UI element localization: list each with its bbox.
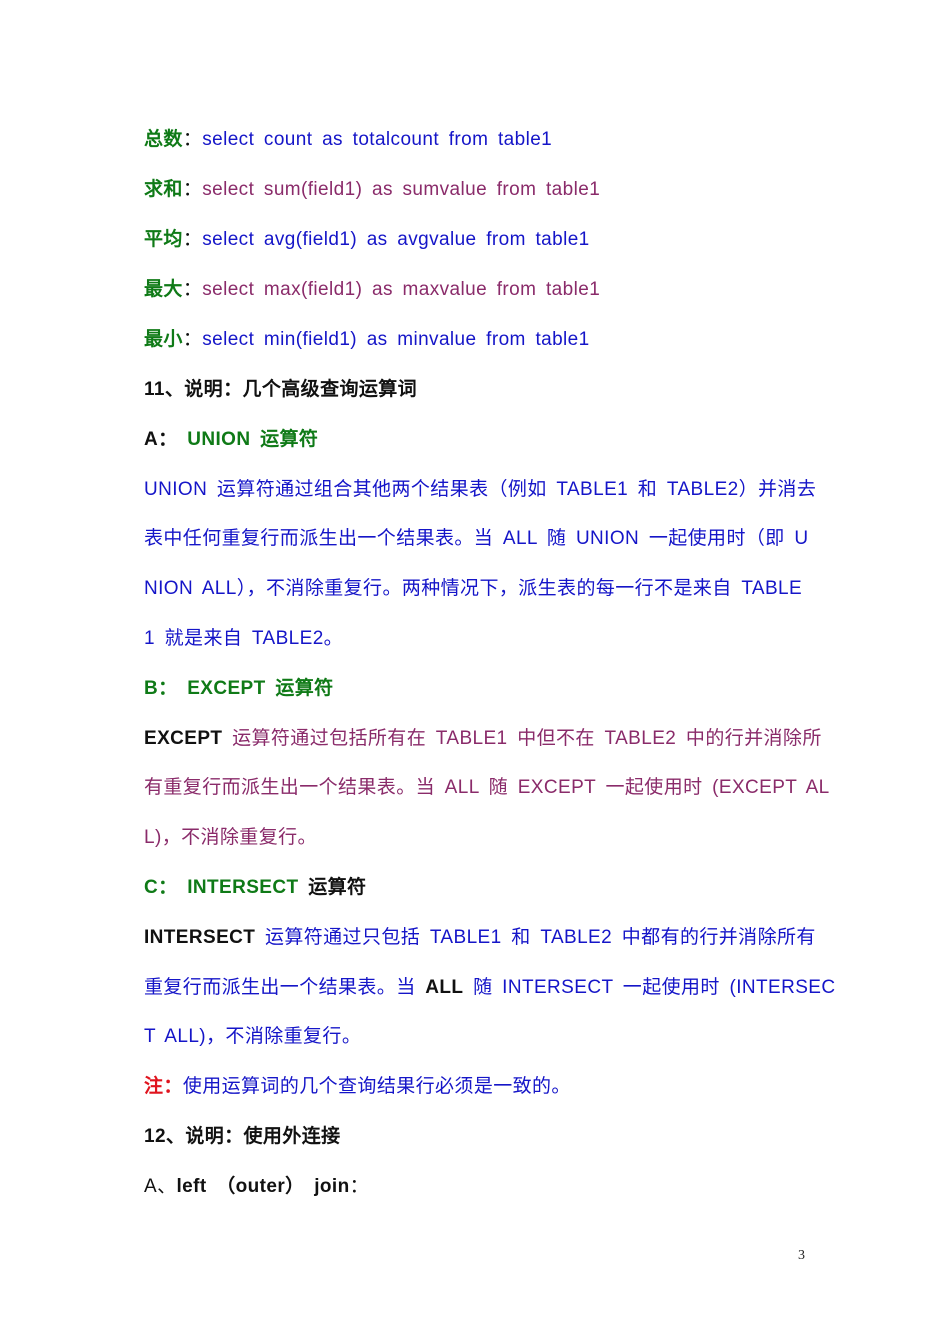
- intersect-text: 运算符通过只包括 TABLE1 和 TABLE2 中都有的行并消除所有: [255, 927, 816, 948]
- intersect-prefix: C：: [144, 877, 178, 898]
- left-join-heading: A、left （outer） join：: [144, 1175, 369, 1199]
- except-line: 有重复行而派生出一个结果表。当 ALL 随 EXCEPT 一起使用时 (EXCE…: [144, 777, 830, 798]
- intersect-line: T ALL)，不消除重复行。: [144, 1026, 362, 1047]
- note: 注：使用运算词的几个查询结果行必须是一致的。: [144, 1075, 571, 1099]
- agg-sql: select min(field1) as minvalue from tabl…: [202, 329, 590, 350]
- left-join-text: left （outer） join: [176, 1176, 350, 1197]
- agg-line-avg: 平均：select avg(field1) as avgvalue from t…: [144, 228, 590, 252]
- intersect-title: INTERSECT: [187, 877, 299, 898]
- agg-label: 最小: [144, 329, 183, 350]
- note-text: 使用运算词的几个查询结果行必须是一致的。: [182, 1076, 571, 1097]
- union-heading: A： UNION 运算符: [144, 428, 318, 452]
- agg-line-min: 最小：select min(field1) as minvalue from t…: [144, 328, 590, 352]
- union-line: NION ALL），不消除重复行。两种情况下，派生表的每一行不是来自 TABLE: [144, 578, 803, 599]
- intersect-line: INTERSECT 运算符通过只包括 TABLE1 和 TABLE2 中都有的行…: [144, 926, 816, 950]
- agg-sep: ：: [182, 229, 203, 250]
- intersect-heading: C： INTERSECT 运算符: [144, 876, 366, 900]
- except-heading: B： EXCEPT 运算符: [144, 677, 334, 701]
- section-11-heading: 11、说明：几个高级查询运算词: [144, 379, 418, 400]
- agg-label: 求和: [144, 179, 183, 200]
- agg-label: 最大: [144, 279, 183, 300]
- except-prefix: B：: [144, 678, 178, 699]
- left-join-suffix: ：: [349, 1176, 370, 1197]
- agg-label: 平均: [144, 229, 183, 250]
- union-line: 表中任何重复行而派生出一个结果表。当 ALL 随 UNION 一起使用时（即 U: [144, 528, 809, 549]
- agg-sep: ：: [182, 129, 203, 150]
- except-line: EXCEPT 运算符通过包括所有在 TABLE1 中但不在 TABLE2 中的行…: [144, 727, 822, 751]
- agg-sep: ：: [182, 279, 203, 300]
- intersect-all-keyword: ALL: [425, 977, 464, 998]
- section-12-heading: 12、说明：使用外连接: [144, 1126, 341, 1147]
- agg-sep: ：: [182, 329, 203, 350]
- intersect-text: 重复行而派生出一个结果表。当: [144, 977, 426, 998]
- agg-line-sum: 求和：select sum(field1) as sumvalue from t…: [144, 178, 600, 202]
- intersect-keyword: INTERSECT: [144, 927, 256, 948]
- intersect-line: 重复行而派生出一个结果表。当 ALL 随 INTERSECT 一起使用时 (IN…: [144, 976, 835, 1000]
- union-prefix: A：: [144, 429, 178, 450]
- intersect-title-zh: 运算符: [308, 877, 367, 898]
- agg-sql: select max(field1) as maxvalue from tabl…: [202, 279, 601, 300]
- union-line: 1 就是来自 TABLE2。: [144, 628, 344, 649]
- document-page: 总数：select count as totalcount from table…: [0, 0, 950, 1344]
- agg-sql: select sum(field1) as sumvalue from tabl…: [202, 179, 601, 200]
- intersect-text: 随 INTERSECT 一起使用时 (INTERSEC: [463, 977, 836, 998]
- agg-line-count: 总数：select count as totalcount from table…: [144, 128, 552, 152]
- agg-sql: select avg(field1) as avgvalue from tabl…: [202, 229, 590, 250]
- except-line: L)，不消除重复行。: [144, 827, 317, 848]
- agg-line-max: 最大：select max(field1) as maxvalue from t…: [144, 278, 600, 302]
- except-text: 运算符通过包括所有在 TABLE1 中但不在 TABLE2 中的行并消除所: [222, 728, 822, 749]
- agg-sql: select count as totalcount from table1: [202, 129, 553, 150]
- left-join-prefix: A、: [144, 1176, 177, 1197]
- page-number: 3: [798, 1248, 805, 1263]
- note-label: 注：: [144, 1076, 183, 1097]
- union-title: UNION 运算符: [187, 429, 319, 450]
- union-line: UNION 运算符通过组合其他两个结果表（例如 TABLE1 和 TABLE2）…: [144, 479, 817, 500]
- except-keyword: EXCEPT: [144, 728, 223, 749]
- agg-label: 总数: [144, 129, 183, 150]
- agg-sep: ：: [182, 179, 203, 200]
- except-title: EXCEPT 运算符: [187, 678, 334, 699]
